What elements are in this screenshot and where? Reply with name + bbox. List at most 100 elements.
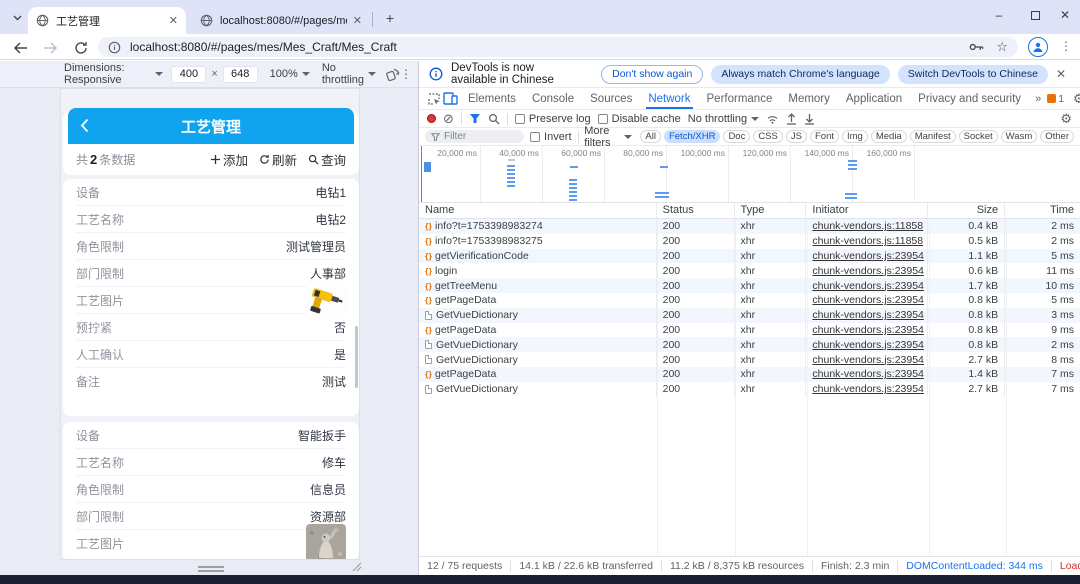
window-maximize-button[interactable] (1018, 0, 1052, 30)
devtools-settings-gear-icon[interactable]: ⚙ (1073, 91, 1080, 107)
network-request-row[interactable]: { } getPageData 200 xhr chunk-vendors.js… (419, 323, 1080, 338)
devtools-tab[interactable]: Privacy and security (910, 88, 1029, 109)
record-network-log-button[interactable] (427, 114, 436, 123)
network-request-row[interactable]: GetVueDictionary 200 xhr chunk-vendors.j… (419, 382, 1080, 397)
craft-image-squirrel[interactable] (306, 524, 346, 561)
tab-search-chevron-icon[interactable] (8, 9, 26, 27)
column-header-size[interactable]: Size (928, 203, 1005, 218)
viewport-scrollbar[interactable] (355, 326, 358, 388)
devtools-tab[interactable]: Sources (582, 88, 640, 109)
filter-funnel-icon[interactable] (469, 113, 481, 124)
network-overview-timeline[interactable]: 20,000 ms 40,000 ms 60,000 ms 80,000 ms … (419, 146, 1080, 203)
clear-network-log-icon[interactable]: ⊘ (443, 112, 454, 125)
match-language-button[interactable]: Always match Chrome's language (711, 65, 889, 84)
column-header-time[interactable]: Time (1005, 203, 1080, 218)
devtools-tab[interactable]: Console (524, 88, 582, 109)
tab-close-icon[interactable]: ✕ (353, 14, 362, 27)
devtools-tab[interactable]: Performance (699, 88, 781, 109)
dont-show-again-button[interactable]: Don't show again (601, 65, 703, 84)
back-button[interactable] (12, 39, 29, 56)
new-tab-button[interactable]: + (381, 9, 399, 27)
reload-button[interactable] (72, 39, 89, 56)
craft-image-drill[interactable] (306, 280, 346, 320)
profile-avatar[interactable] (1028, 37, 1048, 57)
request-type-chip[interactable]: Wasm (1001, 130, 1038, 143)
network-request-row[interactable]: { } getVierificationCode 200 xhr chunk-v… (419, 249, 1080, 264)
inspect-element-icon[interactable] (427, 91, 441, 107)
refresh-button[interactable]: 刷新 (259, 150, 297, 169)
request-type-chip[interactable]: All (640, 130, 661, 143)
zoom-select[interactable]: 100% (270, 68, 310, 80)
request-type-chip[interactable]: Img (842, 130, 868, 143)
export-har-icon[interactable] (804, 113, 815, 125)
import-har-icon[interactable] (786, 113, 797, 125)
filter-input[interactable]: Filter (425, 130, 524, 143)
device-toolbar-toggle-icon[interactable] (443, 91, 458, 107)
window-minimize-button[interactable]: – (982, 0, 1016, 30)
window-close-button[interactable]: ✕ (1048, 0, 1080, 30)
search-network-icon[interactable] (488, 113, 500, 125)
network-request-row[interactable]: GetVueDictionary 200 xhr chunk-vendors.j… (419, 308, 1080, 323)
column-header-initiator[interactable]: Initiator (806, 203, 928, 218)
request-initiator-link[interactable]: chunk-vendors.js:23954 (812, 324, 924, 336)
request-type-chip[interactable]: Manifest (910, 130, 956, 143)
app-record-card-1[interactable]: 设备 电钻1 工艺名称 电钻2 (63, 179, 359, 416)
disable-cache-checkbox[interactable]: Disable cache (598, 113, 681, 125)
devtools-tab[interactable]: Memory (780, 88, 838, 109)
column-header-name[interactable]: Name (419, 203, 657, 218)
request-initiator-link[interactable]: chunk-vendors.js:11858 (812, 235, 923, 247)
switch-to-chinese-button[interactable]: Switch DevTools to Chinese (898, 65, 1048, 84)
browser-menu-kebab-icon[interactable]: ⋮ (1058, 39, 1074, 55)
dimensions-select[interactable]: Dimensions: Responsive (64, 62, 163, 86)
invert-filter-checkbox[interactable]: Invert (530, 131, 572, 143)
browser-tab-active[interactable]: 工艺管理 ✕ (28, 7, 186, 34)
request-initiator-link[interactable]: chunk-vendors.js:23954 (812, 368, 924, 380)
viewport-resize-handle-corner[interactable] (352, 562, 362, 572)
address-bar[interactable]: localhost:8080/#/pages/mes/Mes_Craft/Mes… (98, 37, 1018, 57)
request-type-chip[interactable]: Other (1040, 130, 1074, 143)
network-request-row[interactable]: { } getPageData 200 xhr chunk-vendors.js… (419, 293, 1080, 308)
request-type-chip[interactable]: JS (786, 130, 807, 143)
network-settings-gear-icon[interactable]: ⚙ (1060, 111, 1072, 127)
request-type-chip[interactable]: Font (810, 130, 839, 143)
network-conditions-icon[interactable] (766, 114, 779, 124)
request-initiator-link[interactable]: chunk-vendors.js:23954 (812, 250, 924, 262)
network-request-row[interactable]: { } login 200 xhr chunk-vendors.js:23954… (419, 263, 1080, 278)
request-type-chip[interactable]: Media (871, 130, 907, 143)
back-chevron-icon[interactable] (80, 118, 89, 133)
network-request-row[interactable]: GetVueDictionary 200 xhr chunk-vendors.j… (419, 337, 1080, 352)
site-info-icon[interactable] (108, 41, 121, 54)
devtools-tab[interactable]: Elements (460, 88, 524, 109)
network-request-row[interactable]: { } info?t=1753398983275 200 xhr chunk-v… (419, 234, 1080, 249)
request-initiator-link[interactable]: chunk-vendors.js:23954 (812, 339, 924, 351)
request-initiator-link[interactable]: chunk-vendors.js:23954 (812, 383, 924, 395)
network-request-row[interactable]: { } getTreeMenu 200 xhr chunk-vendors.js… (419, 278, 1080, 293)
network-throttling-select[interactable]: No throttling (688, 113, 759, 125)
request-initiator-link[interactable]: chunk-vendors.js:11858 (812, 220, 923, 232)
devtools-tab[interactable]: Application (838, 88, 910, 109)
network-request-row[interactable]: { } getPageData 200 xhr chunk-vendors.js… (419, 367, 1080, 382)
request-type-chip[interactable]: CSS (753, 130, 783, 143)
devtools-tab[interactable]: Network (640, 88, 698, 109)
request-type-chip[interactable]: Doc (723, 130, 750, 143)
network-request-row[interactable]: GetVueDictionary 200 xhr chunk-vendors.j… (419, 352, 1080, 367)
app-record-card-2[interactable]: 设备 智能扳手 工艺名称 修车 (63, 422, 359, 560)
request-type-chip[interactable]: Fetch/XHR (664, 130, 720, 143)
device-toolbar-kebab-icon[interactable]: ⋮ (400, 67, 412, 81)
request-initiator-link[interactable]: chunk-vendors.js:23954 (812, 354, 924, 366)
request-initiator-link[interactable]: chunk-vendors.js:23954 (812, 265, 924, 277)
request-initiator-link[interactable]: chunk-vendors.js:23954 (812, 294, 924, 306)
add-button[interactable]: 添加 (210, 150, 248, 169)
rotate-device-icon[interactable] (386, 67, 400, 81)
issues-badge[interactable]: 1 (1047, 93, 1064, 105)
bookmark-star-icon[interactable]: ☆ (996, 39, 1008, 55)
infobar-close-icon[interactable]: ✕ (1056, 67, 1070, 81)
more-tabs-button[interactable]: » (1029, 93, 1047, 105)
viewport-resize-handle-bottom[interactable] (198, 566, 224, 572)
throttling-select[interactable]: No throttling (322, 62, 376, 86)
more-filters-select[interactable]: More filters (584, 125, 632, 149)
column-header-type[interactable]: Type (735, 203, 807, 218)
network-request-row[interactable]: { } info?t=1753398983274 200 xhr chunk-v… (419, 219, 1080, 234)
password-key-icon[interactable] (969, 42, 984, 52)
viewport-width-input[interactable]: 400 (171, 66, 206, 83)
